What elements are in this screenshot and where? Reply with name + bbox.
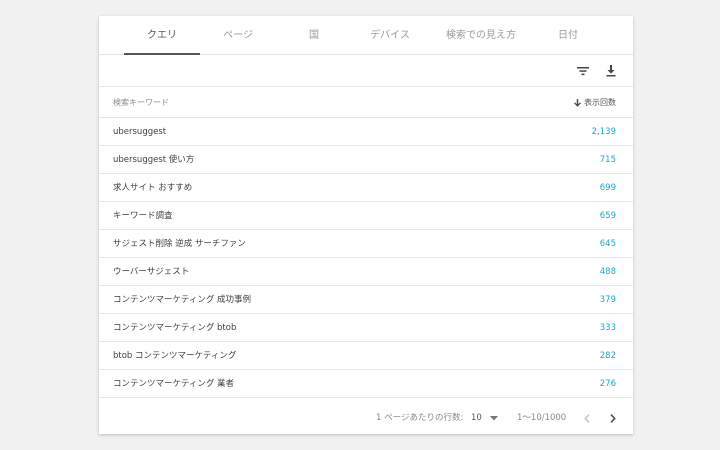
impressions-cell: 488	[599, 267, 616, 277]
query-cell: コンテンツマーケティング 業者	[113, 379, 235, 389]
query-cell: ウーバーサジェスト	[113, 267, 190, 277]
filter-icon	[577, 67, 589, 76]
impressions-cell: 715	[599, 155, 616, 165]
tab-search-appearance[interactable]: 検索での見え方	[428, 16, 534, 55]
dimension-tabs: クエリ ページ 国 デバイス 検索での見え方 日付	[99, 16, 633, 55]
chevron-left-icon	[584, 413, 590, 423]
column-header-impressions[interactable]: 表示回数	[574, 87, 616, 118]
query-cell: btob コンテンツマーケティング	[113, 351, 237, 361]
download-button[interactable]	[601, 61, 621, 81]
dropdown-arrow-icon	[489, 415, 498, 420]
tab-page[interactable]: ページ	[200, 16, 276, 55]
download-icon	[606, 65, 616, 77]
tab-date[interactable]: 日付	[534, 16, 602, 55]
prev-page-button[interactable]	[580, 411, 594, 425]
impressions-cell: 276	[599, 379, 616, 389]
table-row[interactable]: ウーバーサジェスト 488	[99, 258, 633, 286]
filter-button[interactable]	[573, 61, 593, 81]
query-cell: コンテンツマーケティング 成功事例	[113, 295, 252, 305]
query-cell: ubersuggest 使い方	[113, 155, 195, 165]
query-cell: ubersuggest	[113, 127, 167, 137]
impressions-cell: 282	[599, 351, 616, 361]
table-row[interactable]: サジェスト削除 逆成 サーチファン 645	[99, 230, 633, 258]
query-cell: コンテンツマーケティング btob	[113, 323, 237, 333]
query-cell: キーワード調査	[113, 211, 173, 221]
column-header-keyword: 検索キーワード	[113, 98, 169, 107]
table-row[interactable]: ubersuggest 使い方 715	[99, 146, 633, 174]
impressions-header-label: 表示回数	[584, 98, 616, 107]
rows-per-page-select[interactable]: 10	[471, 402, 498, 434]
tab-query[interactable]: クエリ	[124, 16, 200, 55]
table-header: 検索キーワード 表示回数	[99, 87, 633, 118]
chevron-right-icon	[610, 413, 616, 423]
performance-table-card: クエリ ページ 国 デバイス 検索での見え方 日付 検索キーワード 表示回数 u…	[99, 16, 633, 434]
table-toolbar	[99, 55, 633, 87]
impressions-cell: 699	[599, 183, 616, 193]
impressions-cell: 333	[599, 323, 616, 333]
rows-per-page-label: 1 ページあたりの行数:	[376, 413, 464, 423]
arrow-down-icon	[574, 98, 581, 107]
query-cell: 求人サイト おすすめ	[113, 183, 193, 193]
impressions-cell: 379	[599, 295, 616, 305]
impressions-cell: 2,139	[591, 127, 616, 137]
rows-per-page-value: 10	[471, 413, 482, 423]
table-row[interactable]: 求人サイト おすすめ 699	[99, 174, 633, 202]
pagination-bar: 1 ページあたりの行数: 10 1～10/1000	[99, 402, 633, 434]
table-body: ubersuggest 2,139 ubersuggest 使い方 715 求人サイ…	[99, 118, 633, 398]
table-row[interactable]: ubersuggest 2,139	[99, 118, 633, 146]
table-row[interactable]: キーワード調査 659	[99, 202, 633, 230]
query-cell: サジェスト削除 逆成 サーチファン	[113, 239, 246, 249]
table-row[interactable]: コンテンツマーケティング btob 333	[99, 314, 633, 342]
page-range: 1～10/1000	[517, 413, 567, 423]
tab-device[interactable]: デバイス	[352, 16, 428, 55]
table-row[interactable]: btob コンテンツマーケティング 282	[99, 342, 633, 370]
table-row[interactable]: コンテンツマーケティング 成功事例 379	[99, 286, 633, 314]
next-page-button[interactable]	[606, 411, 620, 425]
impressions-cell: 659	[599, 211, 616, 221]
impressions-cell: 645	[599, 239, 616, 249]
tab-country[interactable]: 国	[276, 16, 352, 55]
table-row[interactable]: コンテンツマーケティング 業者 276	[99, 370, 633, 398]
